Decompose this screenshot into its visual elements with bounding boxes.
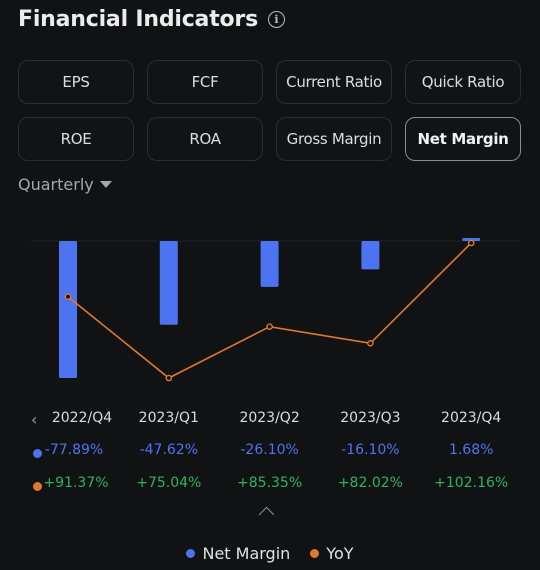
header: Financial Indicators i bbox=[18, 2, 285, 36]
net-margin-value: -77.89% bbox=[44, 442, 104, 458]
tab-fcf[interactable]: FCF bbox=[147, 60, 263, 104]
net-margin-legend-dot bbox=[186, 549, 196, 558]
net-margin-value: -16.10% bbox=[341, 442, 400, 458]
yoy-value: +91.37% bbox=[43, 475, 109, 491]
yoy-point[interactable] bbox=[467, 239, 475, 247]
net-margin-bar[interactable] bbox=[361, 241, 380, 270]
tab-gross-margin[interactable]: Gross Margin bbox=[276, 117, 392, 161]
tab-current-ratio[interactable]: Current Ratio bbox=[276, 60, 392, 104]
period-label: 2023/Q3 bbox=[340, 410, 401, 426]
net-margin-bar[interactable] bbox=[59, 241, 77, 378]
net-margin-values-row: -77.89% -47.62% -26.10% -16.10% 1.68% bbox=[0, 442, 540, 466]
indicator-tabs: EPS FCF Current Ratio Quick Ratio ROE RO… bbox=[18, 60, 523, 161]
tab-quick-ratio[interactable]: Quick Ratio bbox=[405, 60, 521, 104]
caret-down-icon bbox=[99, 181, 112, 188]
yoy-point[interactable] bbox=[266, 323, 273, 330]
legend-net-margin[interactable]: Net Margin bbox=[186, 544, 290, 563]
period-dropdown[interactable]: Quarterly bbox=[18, 175, 112, 194]
period-label: 2023/Q2 bbox=[239, 410, 300, 426]
net-margin-bar[interactable] bbox=[260, 241, 279, 287]
yoy-point[interactable] bbox=[165, 374, 173, 382]
chevron-up-icon[interactable] bbox=[258, 506, 275, 523]
net-margin-bar[interactable] bbox=[159, 241, 178, 325]
yoy-value: +85.35% bbox=[237, 475, 303, 491]
yoy-values-row: +91.37% +75.04% +85.35% +82.02% +102.16% bbox=[0, 475, 540, 499]
period-label: 2023/Q1 bbox=[138, 410, 199, 426]
tab-eps[interactable]: EPS bbox=[18, 60, 134, 104]
period-labels-row: 2022/Q4 2023/Q1 2023/Q2 2023/Q3 2023/Q4 bbox=[0, 410, 540, 434]
tab-roe[interactable]: ROE bbox=[18, 117, 134, 161]
legend-label: YoY bbox=[326, 544, 354, 563]
net-margin-chart[interactable] bbox=[0, 225, 540, 395]
net-margin-value: 1.68% bbox=[448, 442, 494, 458]
yoy-legend-dot bbox=[310, 549, 320, 558]
legend-label: Net Margin bbox=[202, 544, 291, 563]
page-title: Financial Indicators bbox=[18, 6, 258, 32]
yoy-value: +75.04% bbox=[136, 475, 202, 491]
net-margin-value: -47.62% bbox=[139, 442, 199, 458]
legend-yoy[interactable]: YoY bbox=[310, 544, 354, 563]
net-margin-value: -26.10% bbox=[240, 442, 299, 458]
info-icon[interactable]: i bbox=[267, 10, 285, 28]
yoy-point[interactable] bbox=[367, 339, 374, 347]
chart-legend: Net Margin YoY bbox=[0, 544, 540, 563]
tab-net-margin[interactable]: Net Margin bbox=[405, 117, 521, 161]
bar-series bbox=[59, 238, 481, 378]
yoy-point[interactable] bbox=[64, 293, 72, 301]
period-label: 2023/Q4 bbox=[441, 410, 502, 426]
period-label: 2022/Q4 bbox=[51, 410, 113, 426]
yoy-value: +82.02% bbox=[337, 475, 403, 491]
tab-roa[interactable]: ROA bbox=[147, 117, 263, 161]
period-selected: Quarterly bbox=[18, 175, 94, 194]
yoy-value: +102.16% bbox=[434, 475, 509, 491]
